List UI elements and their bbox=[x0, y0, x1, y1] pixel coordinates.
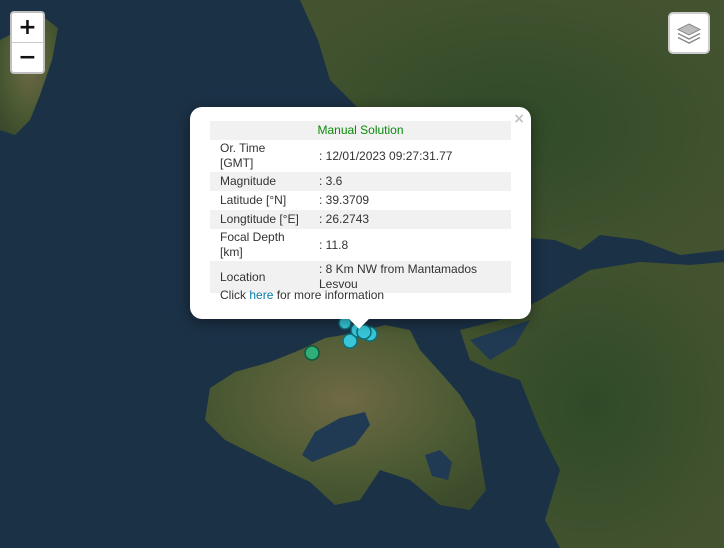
info-suffix: for more information bbox=[273, 288, 385, 302]
table-row: Latitude [°N] : 39.3709 bbox=[210, 191, 511, 210]
info-prefix: Click bbox=[220, 288, 250, 302]
table-row: Manual Solution bbox=[210, 121, 511, 140]
row-label: Longtitude [°E] bbox=[210, 210, 309, 229]
zoom-control: + − bbox=[10, 11, 45, 74]
popup-title: Manual Solution bbox=[210, 121, 511, 140]
zoom-in-button[interactable]: + bbox=[12, 13, 43, 42]
earthquake-popup: × Manual Solution Or. Time [GMT] : 12/01… bbox=[190, 107, 531, 329]
row-label: Latitude [°N] bbox=[220, 193, 287, 207]
zoom-out-button[interactable]: − bbox=[12, 42, 43, 72]
row-value: : 39.3709 bbox=[319, 193, 370, 207]
table-row: Longtitude [°E] : 26.2743 bbox=[210, 210, 511, 229]
row-value: : 12/01/2023 09:27:31.77 bbox=[319, 148, 453, 163]
earthquake-info-table: Manual Solution Or. Time [GMT] : 12/01/2… bbox=[210, 121, 511, 293]
row-label: Or. Time [GMT] bbox=[220, 141, 266, 170]
row-label: Focal Depth [km] bbox=[220, 230, 285, 259]
table-row: Focal Depth [km] : 11.8 bbox=[210, 229, 511, 261]
close-icon[interactable]: × bbox=[513, 111, 525, 127]
table-row: Or. Time [GMT] : 12/01/2023 09:27:31.77 bbox=[210, 140, 511, 172]
row-value: : 26.2743 bbox=[309, 210, 511, 229]
row-value: : 3.6 bbox=[309, 172, 511, 191]
row-value: : 11.8 bbox=[319, 237, 349, 252]
more-info-line: Click here for more information bbox=[220, 288, 384, 302]
layers-icon bbox=[676, 23, 702, 44]
more-info-link[interactable]: here bbox=[249, 288, 273, 302]
layers-button[interactable] bbox=[668, 12, 710, 54]
row-label: Magnitude bbox=[210, 172, 309, 191]
earthquake-marker[interactable] bbox=[304, 345, 320, 361]
table-row: Magnitude : 3.6 bbox=[210, 172, 511, 191]
